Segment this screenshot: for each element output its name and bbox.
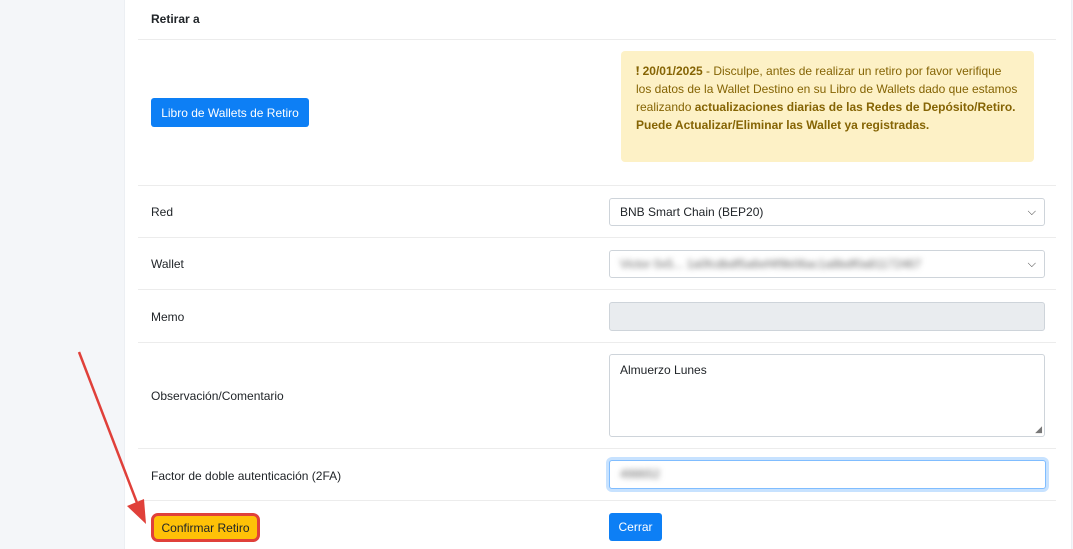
annotation-arrow-icon bbox=[77, 351, 146, 524]
